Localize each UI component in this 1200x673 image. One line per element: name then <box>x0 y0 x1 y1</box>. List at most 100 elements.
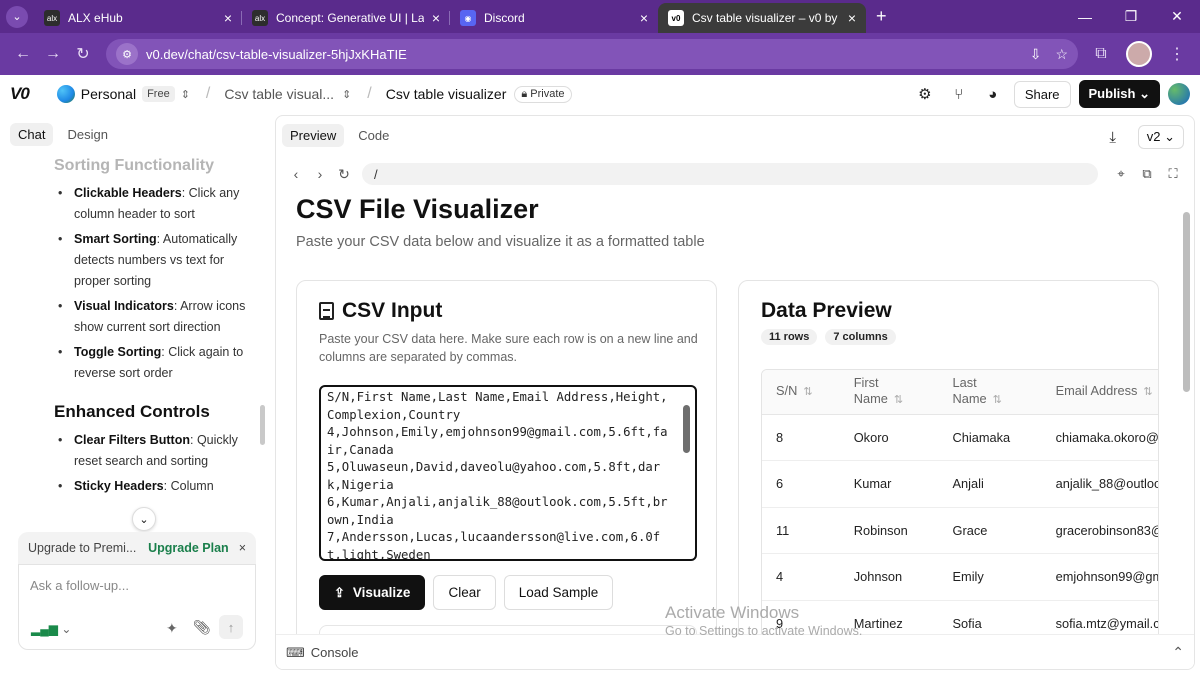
signal-bars-icon: ▂▄▆ <box>31 622 58 636</box>
browser-menu-icon[interactable]: ⋮ <box>1162 39 1192 69</box>
version-select[interactable]: v2 ⌄ <box>1137 125 1184 149</box>
new-tab-icon[interactable]: + <box>876 6 887 27</box>
section-heading: Sorting Functionality <box>54 157 214 174</box>
minimize-icon[interactable]: — <box>1062 0 1108 33</box>
column-header-sn[interactable]: S/N ⇅ <box>762 370 840 415</box>
close-tab-icon[interactable]: × <box>848 10 856 26</box>
preview-scrollbar[interactable] <box>1183 212 1190 392</box>
fullscreen-icon[interactable]: ⛶ <box>1160 166 1186 182</box>
lower-card <box>319 625 697 634</box>
browser-tab[interactable]: alx Concept: Generative UI | Lagos × <box>242 3 450 33</box>
browser-tab-active[interactable]: v0 Csv table visualizer – v0 by Verc × <box>658 3 866 33</box>
console-bar[interactable]: ⌨ Console ⌃ <box>276 634 1194 669</box>
sparkle-icon[interactable]: ✦ <box>166 620 178 637</box>
share-button[interactable]: Share <box>1013 80 1071 108</box>
restore-icon[interactable]: ❐ <box>1108 0 1154 33</box>
site-info-icon[interactable]: ⚙ <box>116 43 138 65</box>
table-row: 11 Robinson Grace gracerobinson83@ya <box>762 507 1158 554</box>
window-controls: — ❐ ✕ <box>1062 0 1200 33</box>
sort-arrows-icon: ⇅ <box>803 386 813 399</box>
app-header: V0 Personal Free ⇕ / Csv table visual...… <box>0 75 1200 113</box>
chevron-left-icon[interactable]: ‹ <box>284 166 308 182</box>
plan-badge: Free <box>142 86 175 102</box>
preview-panel: Preview Code ⤓ v2 ⌄ ‹ › ↻ / ⌖ ⧉ ⛶ CSV Fi… <box>275 115 1195 670</box>
tab-design[interactable]: Design <box>59 123 115 146</box>
profile-avatar[interactable] <box>1126 41 1152 67</box>
chevron-down-icon: ⌄ <box>1139 86 1150 101</box>
address-bar[interactable]: ⚙ v0.dev/chat/csv-table-visualizer-5hjJx… <box>106 39 1078 69</box>
attach-paperclip-icon[interactable]: 📎︎ <box>193 619 211 636</box>
browser-toolbar: ← → ↻ ⚙ v0.dev/chat/csv-table-visualizer… <box>0 33 1200 75</box>
v0-logo[interactable]: V0 <box>10 84 30 104</box>
file-text-icon <box>319 302 334 320</box>
browser-tab[interactable]: alx ALX eHub × <box>34 3 242 33</box>
sort-arrows-icon: ⇅ <box>893 394 904 407</box>
user-avatar[interactable] <box>1168 83 1190 105</box>
list-item: Smart Sorting: Automatically detects num… <box>58 229 253 292</box>
close-icon[interactable]: × <box>239 541 246 555</box>
reload-icon[interactable]: ↻ <box>68 39 98 69</box>
visualize-button[interactable]: ⇪ Visualize <box>319 575 426 610</box>
upgrade-plan-link[interactable]: Upgrade Plan <box>148 541 229 555</box>
bookmark-star-icon[interactable]: ☆ <box>1055 46 1068 63</box>
download-icon[interactable]: ⤓ <box>1100 124 1126 150</box>
scroll-down-chevron-icon[interactable]: ⌄ <box>132 507 156 531</box>
preview-path-input[interactable]: / <box>362 163 1098 185</box>
list-item: Sticky Headers: Column <box>58 476 253 497</box>
send-arrow-icon[interactable]: ↑ <box>219 615 243 639</box>
close-tab-icon[interactable]: × <box>224 10 232 26</box>
csv-textarea[interactable] <box>319 385 697 561</box>
chevron-down-icon: ⌄ <box>6 5 28 28</box>
card-title: Data Preview <box>761 299 892 322</box>
back-arrow-icon[interactable]: ← <box>8 39 38 69</box>
tab-code[interactable]: Code <box>350 124 397 147</box>
chevron-updown-icon[interactable]: ⇕ <box>181 88 190 101</box>
column-header-last-name[interactable]: Last Name ⇅ <box>938 370 1042 415</box>
close-window-icon[interactable]: ✕ <box>1154 0 1200 33</box>
tab-chat[interactable]: Chat <box>10 123 54 146</box>
close-tab-icon[interactable]: × <box>432 10 440 26</box>
sort-arrows-icon: ⇅ <box>992 394 1002 407</box>
publish-button[interactable]: Publish ⌄ <box>1078 80 1160 108</box>
tab-preview[interactable]: Preview <box>282 124 345 147</box>
select-cursor-icon[interactable]: ⌖ <box>1108 166 1134 182</box>
v0-icon: v0 <box>668 10 684 26</box>
follow-up-input[interactable]: Ask a follow-up... ▂▄▆ ⌄ ✦ 📎︎ ↑ <box>18 564 256 650</box>
column-header-email[interactable]: Email Address ⇅ <box>1041 370 1158 415</box>
chevrons-up-icon[interactable]: ⌃ <box>1172 644 1184 661</box>
browser-tab[interactable]: ◉ Discord × <box>450 3 658 33</box>
settings-gear-icon[interactable]: ⚙ <box>912 81 938 107</box>
terminal-icon: ⌨ <box>286 644 305 660</box>
refresh-icon[interactable]: ↻ <box>332 166 356 183</box>
chat-scrollbar[interactable] <box>260 405 265 445</box>
card-description: Paste your CSV data here. Make sure each… <box>319 332 698 364</box>
feature-list: Clear Filters Button: Quickly reset sear… <box>58 430 253 497</box>
install-app-icon[interactable]: ⇩ <box>1030 46 1042 63</box>
list-item: Clear Filters Button: Quickly reset sear… <box>58 430 253 472</box>
chat-title[interactable]: Csv table visualizer <box>386 86 507 102</box>
extensions-icon[interactable]: ⧉ <box>1086 39 1116 69</box>
new-window-icon[interactable]: ⧉ <box>1134 166 1160 182</box>
chevron-down-icon: ⌄ <box>61 622 72 636</box>
chat-panel: Chat Design Sorting Functionality Clicka… <box>8 115 268 670</box>
tab-search-button[interactable]: ⌄ <box>0 0 34 33</box>
section-heading: Enhanced Controls <box>54 402 210 421</box>
clear-button[interactable]: Clear <box>433 575 496 610</box>
chevron-right-icon[interactable]: › <box>308 166 332 182</box>
load-sample-button[interactable]: Load Sample <box>503 575 614 610</box>
forward-arrow-icon[interactable]: → <box>38 39 68 69</box>
textarea-scrollbar[interactable] <box>683 405 690 453</box>
preview-frame[interactable]: CSV File Visualizer Paste your CSV data … <box>276 190 1194 634</box>
chevron-updown-icon[interactable]: ⇕ <box>342 88 351 101</box>
close-tab-icon[interactable]: × <box>640 10 648 26</box>
github-icon[interactable]: ◕ <box>980 81 1006 107</box>
git-branch-icon[interactable]: ⑂ <box>946 81 972 107</box>
column-header-first-name[interactable]: First Name ⇅ <box>839 370 939 415</box>
table-row: 9 Martinez Sofia sofia.mtz@ymail.com <box>762 600 1158 634</box>
privacy-badge[interactable]: 🔒︎ Private <box>514 85 572 103</box>
table-row: 8 Okoro Chiamaka chiamaka.okoro@gm <box>762 414 1158 461</box>
project-breadcrumb[interactable]: Csv table visual... <box>224 86 334 102</box>
chevron-down-icon: ⌄ <box>1164 129 1175 144</box>
workspace-name[interactable]: Personal <box>81 86 136 102</box>
model-selector[interactable]: ▂▄▆ ⌄ <box>31 622 71 636</box>
